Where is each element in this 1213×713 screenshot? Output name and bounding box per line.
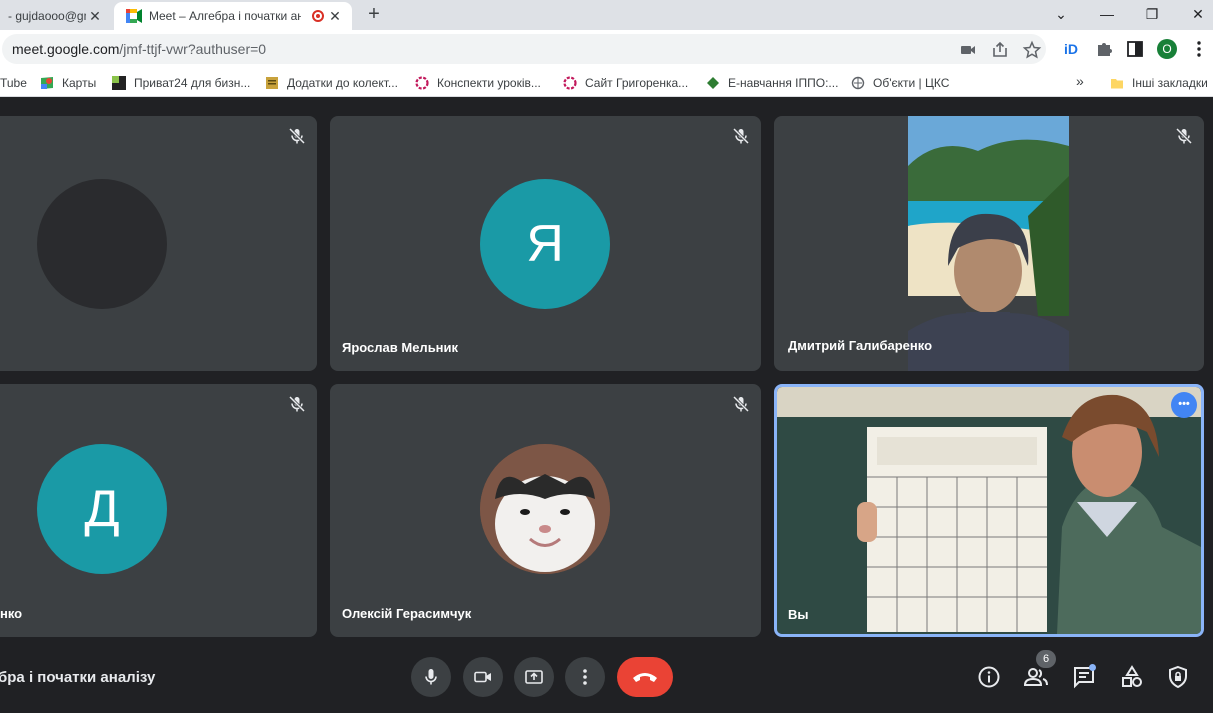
maps-icon bbox=[41, 77, 53, 89]
participant-name: нко bbox=[0, 606, 23, 621]
share-icon[interactable] bbox=[990, 40, 1010, 60]
bookmark-maps[interactable]: Карты bbox=[40, 74, 96, 92]
window-close-button[interactable]: ✕ bbox=[1183, 2, 1213, 26]
bookmark-dodatky[interactable]: Додатки до колект... bbox=[265, 74, 398, 92]
close-icon[interactable]: ✕ bbox=[86, 7, 104, 25]
avatar bbox=[37, 179, 167, 309]
leaf-icon bbox=[707, 77, 719, 89]
bookmark-ippo[interactable]: Е-навчання ІППО:... bbox=[706, 74, 838, 92]
folder-icon bbox=[1111, 79, 1123, 89]
meeting-title: бра і початки аналізу bbox=[0, 669, 156, 686]
activities-icon bbox=[1122, 665, 1142, 687]
people-count-badge: 6 bbox=[1036, 650, 1056, 668]
avatar-photo bbox=[480, 444, 610, 574]
tile-more-options-button[interactable]: ••• bbox=[1171, 392, 1197, 418]
kebab-menu-icon[interactable] bbox=[1189, 39, 1209, 59]
flower-icon bbox=[563, 76, 577, 90]
address-bar[interactable]: meet.google.com/jmf-ttjf-vwr?authuser=0 bbox=[2, 34, 1046, 64]
participant-tile-2[interactable]: Я Ярослав Мельник bbox=[330, 116, 761, 371]
url-text[interactable]: meet.google.com/jmf-ttjf-vwr?authuser=0 bbox=[12, 41, 266, 57]
self-video bbox=[777, 387, 1201, 634]
activities-button[interactable] bbox=[1118, 663, 1146, 691]
participant-tile-3[interactable]: Дмитрий Галибаренко bbox=[774, 116, 1204, 371]
kebab-menu-icon bbox=[583, 669, 587, 685]
doc-icon bbox=[266, 77, 278, 89]
info-icon bbox=[978, 666, 1000, 688]
mic-off-icon bbox=[288, 395, 306, 413]
camera-icon[interactable] bbox=[958, 40, 978, 60]
avatar: Д bbox=[37, 444, 167, 574]
avatar: Я bbox=[480, 179, 610, 309]
present-icon bbox=[525, 670, 543, 684]
extension-id-icon[interactable]: iD bbox=[1062, 39, 1082, 59]
app-window: - gujdaooo@gm ✕ Meet – Алгебра і початки… bbox=[0, 0, 1213, 713]
participant-name: Олексій Герасимчук bbox=[342, 606, 472, 621]
participant-tile-4[interactable]: Д нко bbox=[0, 384, 317, 637]
flower-icon bbox=[415, 76, 429, 90]
bookmark-konspekty[interactable]: Конспекти уроків... bbox=[415, 74, 541, 92]
hangup-icon bbox=[633, 673, 657, 682]
svg-text:iD: iD bbox=[1064, 41, 1078, 57]
participant-name: Вы bbox=[788, 607, 809, 622]
new-tab-button[interactable]: + bbox=[362, 3, 386, 27]
star-icon[interactable] bbox=[1022, 40, 1042, 60]
bookmark-other-folder[interactable]: Інші закладки bbox=[1110, 74, 1208, 92]
more-options-button[interactable] bbox=[565, 657, 605, 697]
privat-icon bbox=[112, 76, 126, 90]
leave-call-button[interactable] bbox=[617, 657, 673, 697]
puzzle-icon[interactable] bbox=[1094, 39, 1114, 59]
globe-icon bbox=[851, 76, 865, 90]
meeting-stage: Я Ярослав Мельник Дмитрий Галибаренко Д bbox=[0, 97, 1213, 713]
host-controls-button[interactable] bbox=[1164, 663, 1192, 691]
tab-gmail[interactable]: - gujdaooo@gm ✕ bbox=[0, 2, 112, 30]
mic-off-icon bbox=[1175, 127, 1193, 145]
minimize-button[interactable]: — bbox=[1092, 2, 1122, 26]
bookmark-privat24[interactable]: Приват24 для бизн... bbox=[112, 74, 250, 92]
camera-button[interactable] bbox=[463, 657, 503, 697]
tab-title: - gujdaooo@gm bbox=[8, 9, 86, 23]
cat-photo bbox=[480, 444, 610, 574]
mic-off-icon bbox=[732, 395, 750, 413]
participant-tile-5[interactable]: Олексій Герасимчук bbox=[330, 384, 761, 637]
bookmarks-overflow-button[interactable]: » bbox=[1076, 73, 1084, 89]
present-screen-button[interactable] bbox=[514, 657, 554, 697]
microphone-icon bbox=[425, 669, 437, 685]
recording-icon bbox=[312, 10, 324, 22]
participant-video bbox=[908, 116, 1069, 371]
participant-name: Ярослав Мельник bbox=[342, 340, 459, 355]
bookmark-cks[interactable]: Об'єкти | ЦКС bbox=[851, 74, 949, 92]
tab-strip: - gujdaooo@gm ✕ Meet – Алгебра і початки… bbox=[0, 0, 1213, 30]
tab-meet[interactable]: Meet – Алгебра і початки аналізу ✕ bbox=[114, 2, 352, 30]
meeting-details-button[interactable] bbox=[975, 663, 1003, 691]
microphone-button[interactable] bbox=[411, 657, 451, 697]
profile-avatar[interactable]: O bbox=[1157, 39, 1177, 59]
bookmark-youtube[interactable]: Tube bbox=[0, 74, 27, 92]
people-icon bbox=[1023, 668, 1048, 686]
browser-toolbar: meet.google.com/jmf-ttjf-vwr?authuser=0 … bbox=[0, 30, 1213, 68]
videocam-icon bbox=[474, 671, 491, 683]
tab-search-button[interactable]: ⌄ bbox=[1046, 2, 1076, 26]
participant-tile-1[interactable] bbox=[0, 116, 317, 371]
tab-title: Meet – Алгебра і початки аналізу bbox=[149, 9, 301, 23]
shield-lock-icon bbox=[1169, 665, 1187, 689]
bookmarks-bar: Tube Карты Приват24 для бизн... Додатки … bbox=[0, 68, 1213, 97]
mic-off-icon bbox=[732, 127, 750, 145]
mic-off-icon bbox=[288, 127, 306, 145]
chat-notification-dot bbox=[1089, 664, 1096, 671]
restore-button[interactable]: ❐ bbox=[1137, 2, 1167, 26]
self-tile[interactable]: Вы ••• bbox=[774, 384, 1204, 637]
close-icon[interactable]: ✕ bbox=[326, 7, 344, 25]
participant-name: Дмитрий Галибаренко bbox=[788, 338, 933, 353]
bookmark-hryhorenko[interactable]: Сайт Григоренка... bbox=[563, 74, 688, 92]
side-panel-icon[interactable] bbox=[1125, 39, 1145, 59]
meet-logo-icon bbox=[126, 9, 142, 23]
